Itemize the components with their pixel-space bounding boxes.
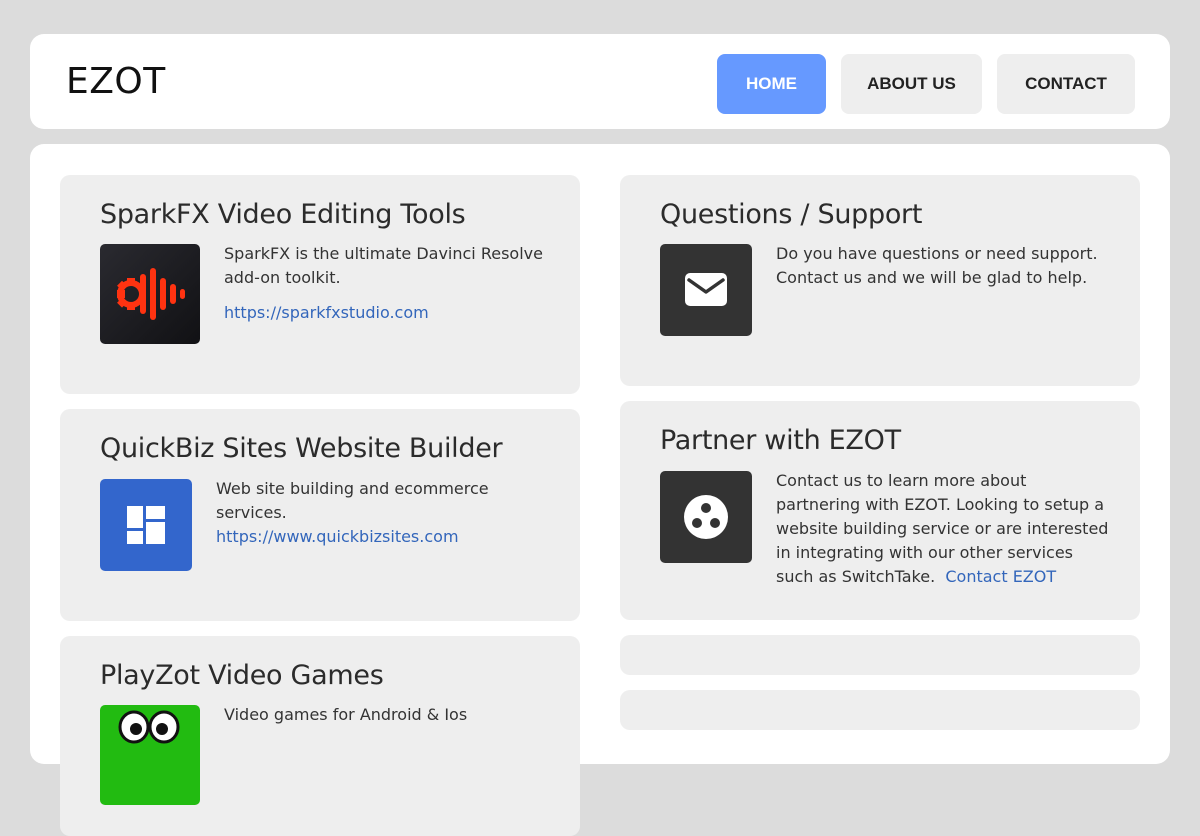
card-description: Web site building and ecommerce services… bbox=[216, 477, 516, 525]
nav-home-button[interactable]: HOME bbox=[717, 54, 826, 114]
dashboard-layout-icon[interactable] bbox=[100, 479, 192, 571]
support-description: Do you have questions or need support. C… bbox=[776, 244, 1098, 287]
card-quickbiz: QuickBiz Sites Website Builder Web site … bbox=[60, 409, 580, 621]
card-title: PlayZot Video Games bbox=[100, 660, 384, 691]
nav-about-button[interactable]: ABOUT US bbox=[841, 54, 982, 114]
partner-description: Contact us to learn more about partnerin… bbox=[776, 471, 1109, 586]
card-description: Do you have questions or need support. C… bbox=[776, 242, 1106, 290]
card-title: Partner with EZOT bbox=[660, 425, 901, 456]
card-sparkfx: SparkFX Video Editing Tools SparkFX is t… bbox=[60, 175, 580, 394]
contact-ezot-link[interactable]: Contact EZOT bbox=[945, 567, 1056, 586]
card-description: Contact us to learn more about partnerin… bbox=[776, 469, 1111, 589]
sparkfx-link[interactable]: https://sparkfxstudio.com bbox=[224, 301, 429, 325]
main-content: SparkFX Video Editing Tools SparkFX is t… bbox=[30, 144, 1170, 836]
card-playzot: PlayZot Video Games Video games for Andr… bbox=[60, 636, 580, 836]
empty-card bbox=[620, 690, 1140, 730]
envelope-icon[interactable] bbox=[660, 244, 752, 336]
card-support: Questions / Support Do you have question… bbox=[620, 175, 1140, 386]
site-logo[interactable]: EZOT bbox=[66, 61, 166, 102]
card-title: QuickBiz Sites Website Builder bbox=[100, 433, 503, 464]
three-dots-circle-icon[interactable] bbox=[660, 471, 752, 563]
empty-card bbox=[620, 635, 1140, 675]
sparkfx-description: SparkFX is the ultimate Davinci Resolve … bbox=[224, 244, 543, 287]
card-description: SparkFX is the ultimate Davinci Resolve … bbox=[224, 242, 554, 290]
sparkfx-logo-icon[interactable] bbox=[100, 244, 200, 344]
card-title: SparkFX Video Editing Tools bbox=[100, 199, 466, 230]
playzot-logo-icon[interactable] bbox=[100, 705, 200, 805]
card-description: Video games for Android & Ios bbox=[224, 703, 554, 727]
site-header: EZOT HOME ABOUT US CONTACT bbox=[30, 34, 1170, 129]
nav-contact-button[interactable]: CONTACT bbox=[997, 54, 1135, 114]
quickbiz-link[interactable]: https://www.quickbizsites.com bbox=[216, 525, 459, 549]
playzot-description: Video games for Android & Ios bbox=[224, 705, 468, 724]
card-title: Questions / Support bbox=[660, 199, 923, 230]
quickbiz-description: Web site building and ecommerce services… bbox=[216, 479, 489, 522]
card-partner: Partner with EZOT Contact us to learn mo… bbox=[620, 401, 1140, 620]
